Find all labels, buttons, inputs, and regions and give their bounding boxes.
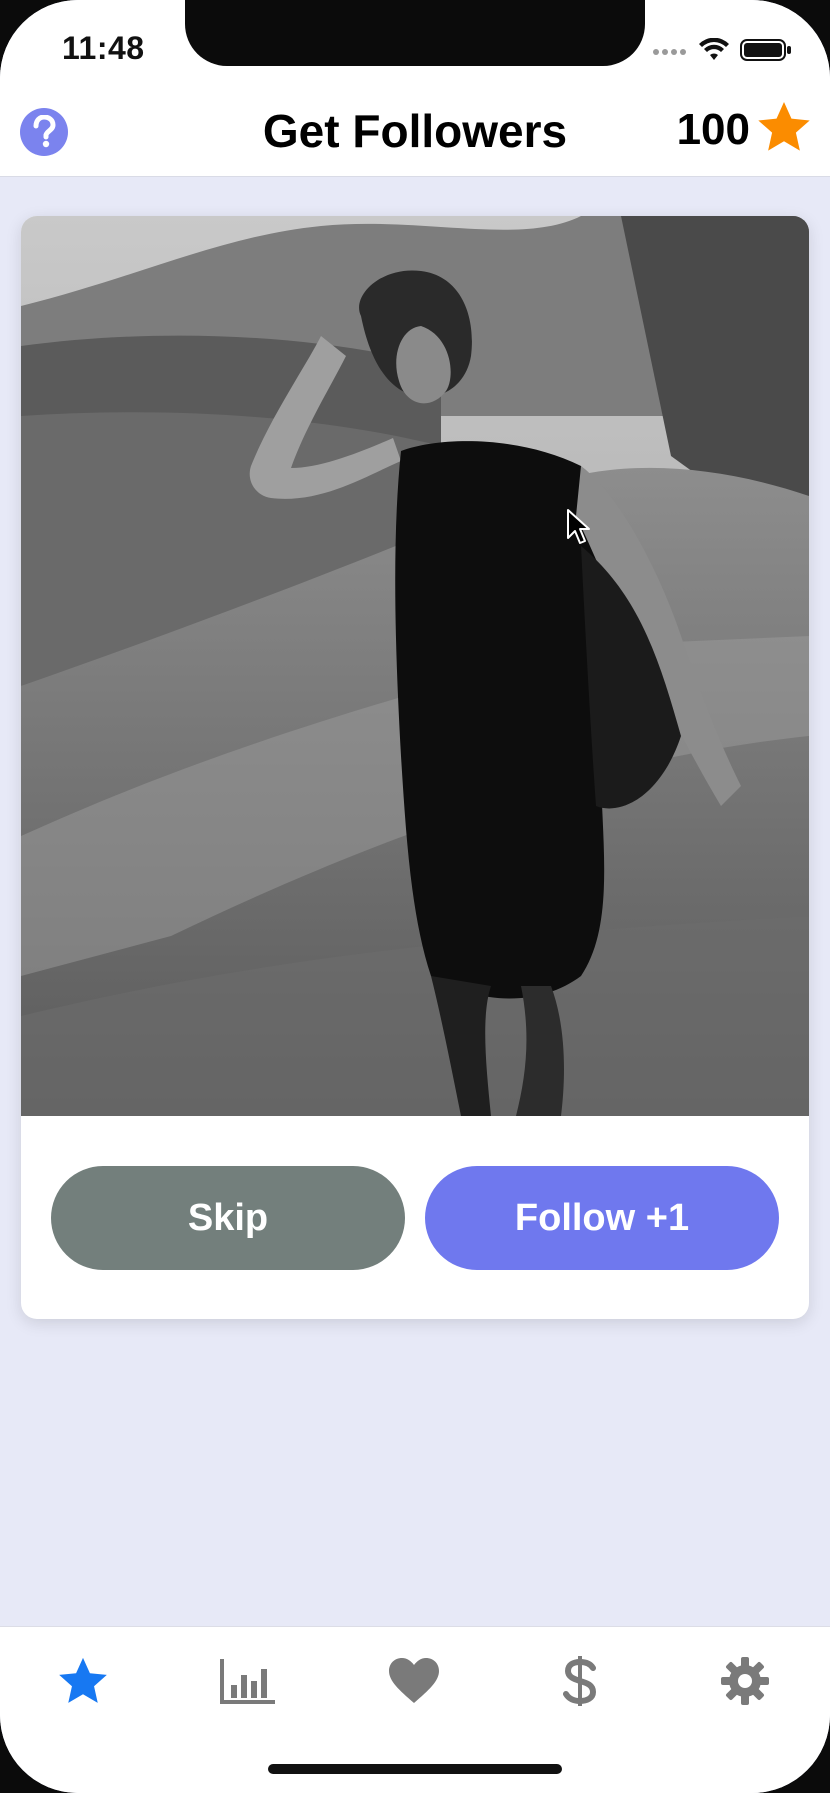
battery-icon xyxy=(740,38,792,67)
status-time: 11:48 xyxy=(62,30,145,66)
tab-likes[interactable] xyxy=(384,1653,444,1713)
profile-card: Skip Follow +1 xyxy=(21,216,809,1319)
wifi-icon xyxy=(698,37,730,67)
profile-photo xyxy=(21,216,809,1116)
coin-count: 100 xyxy=(676,104,750,154)
coin-balance: 100 xyxy=(677,100,812,159)
status-icons xyxy=(652,37,792,67)
gear-icon xyxy=(720,1656,770,1711)
dollar-icon xyxy=(563,1654,597,1713)
tab-stats[interactable] xyxy=(218,1653,278,1713)
home-indicator[interactable] xyxy=(268,1764,562,1774)
star-icon xyxy=(57,1656,109,1711)
star-icon xyxy=(756,100,812,159)
tab-get-followers[interactable] xyxy=(53,1653,113,1713)
top-bar: 11:48 Get Followers 100 xyxy=(0,0,830,177)
tab-settings[interactable] xyxy=(715,1653,775,1713)
device-notch xyxy=(185,0,645,66)
heart-icon xyxy=(387,1657,441,1710)
signal-icon xyxy=(652,44,688,62)
tab-shop[interactable] xyxy=(550,1653,610,1713)
skip-button[interactable]: Skip xyxy=(51,1166,405,1270)
mouse-cursor-icon xyxy=(566,508,590,551)
bar-chart-icon xyxy=(219,1657,277,1710)
app-screen: 11:48 Get Followers 100 Skip Follow +1 xyxy=(0,0,830,1793)
follow-button[interactable]: Follow +1 xyxy=(425,1166,779,1270)
